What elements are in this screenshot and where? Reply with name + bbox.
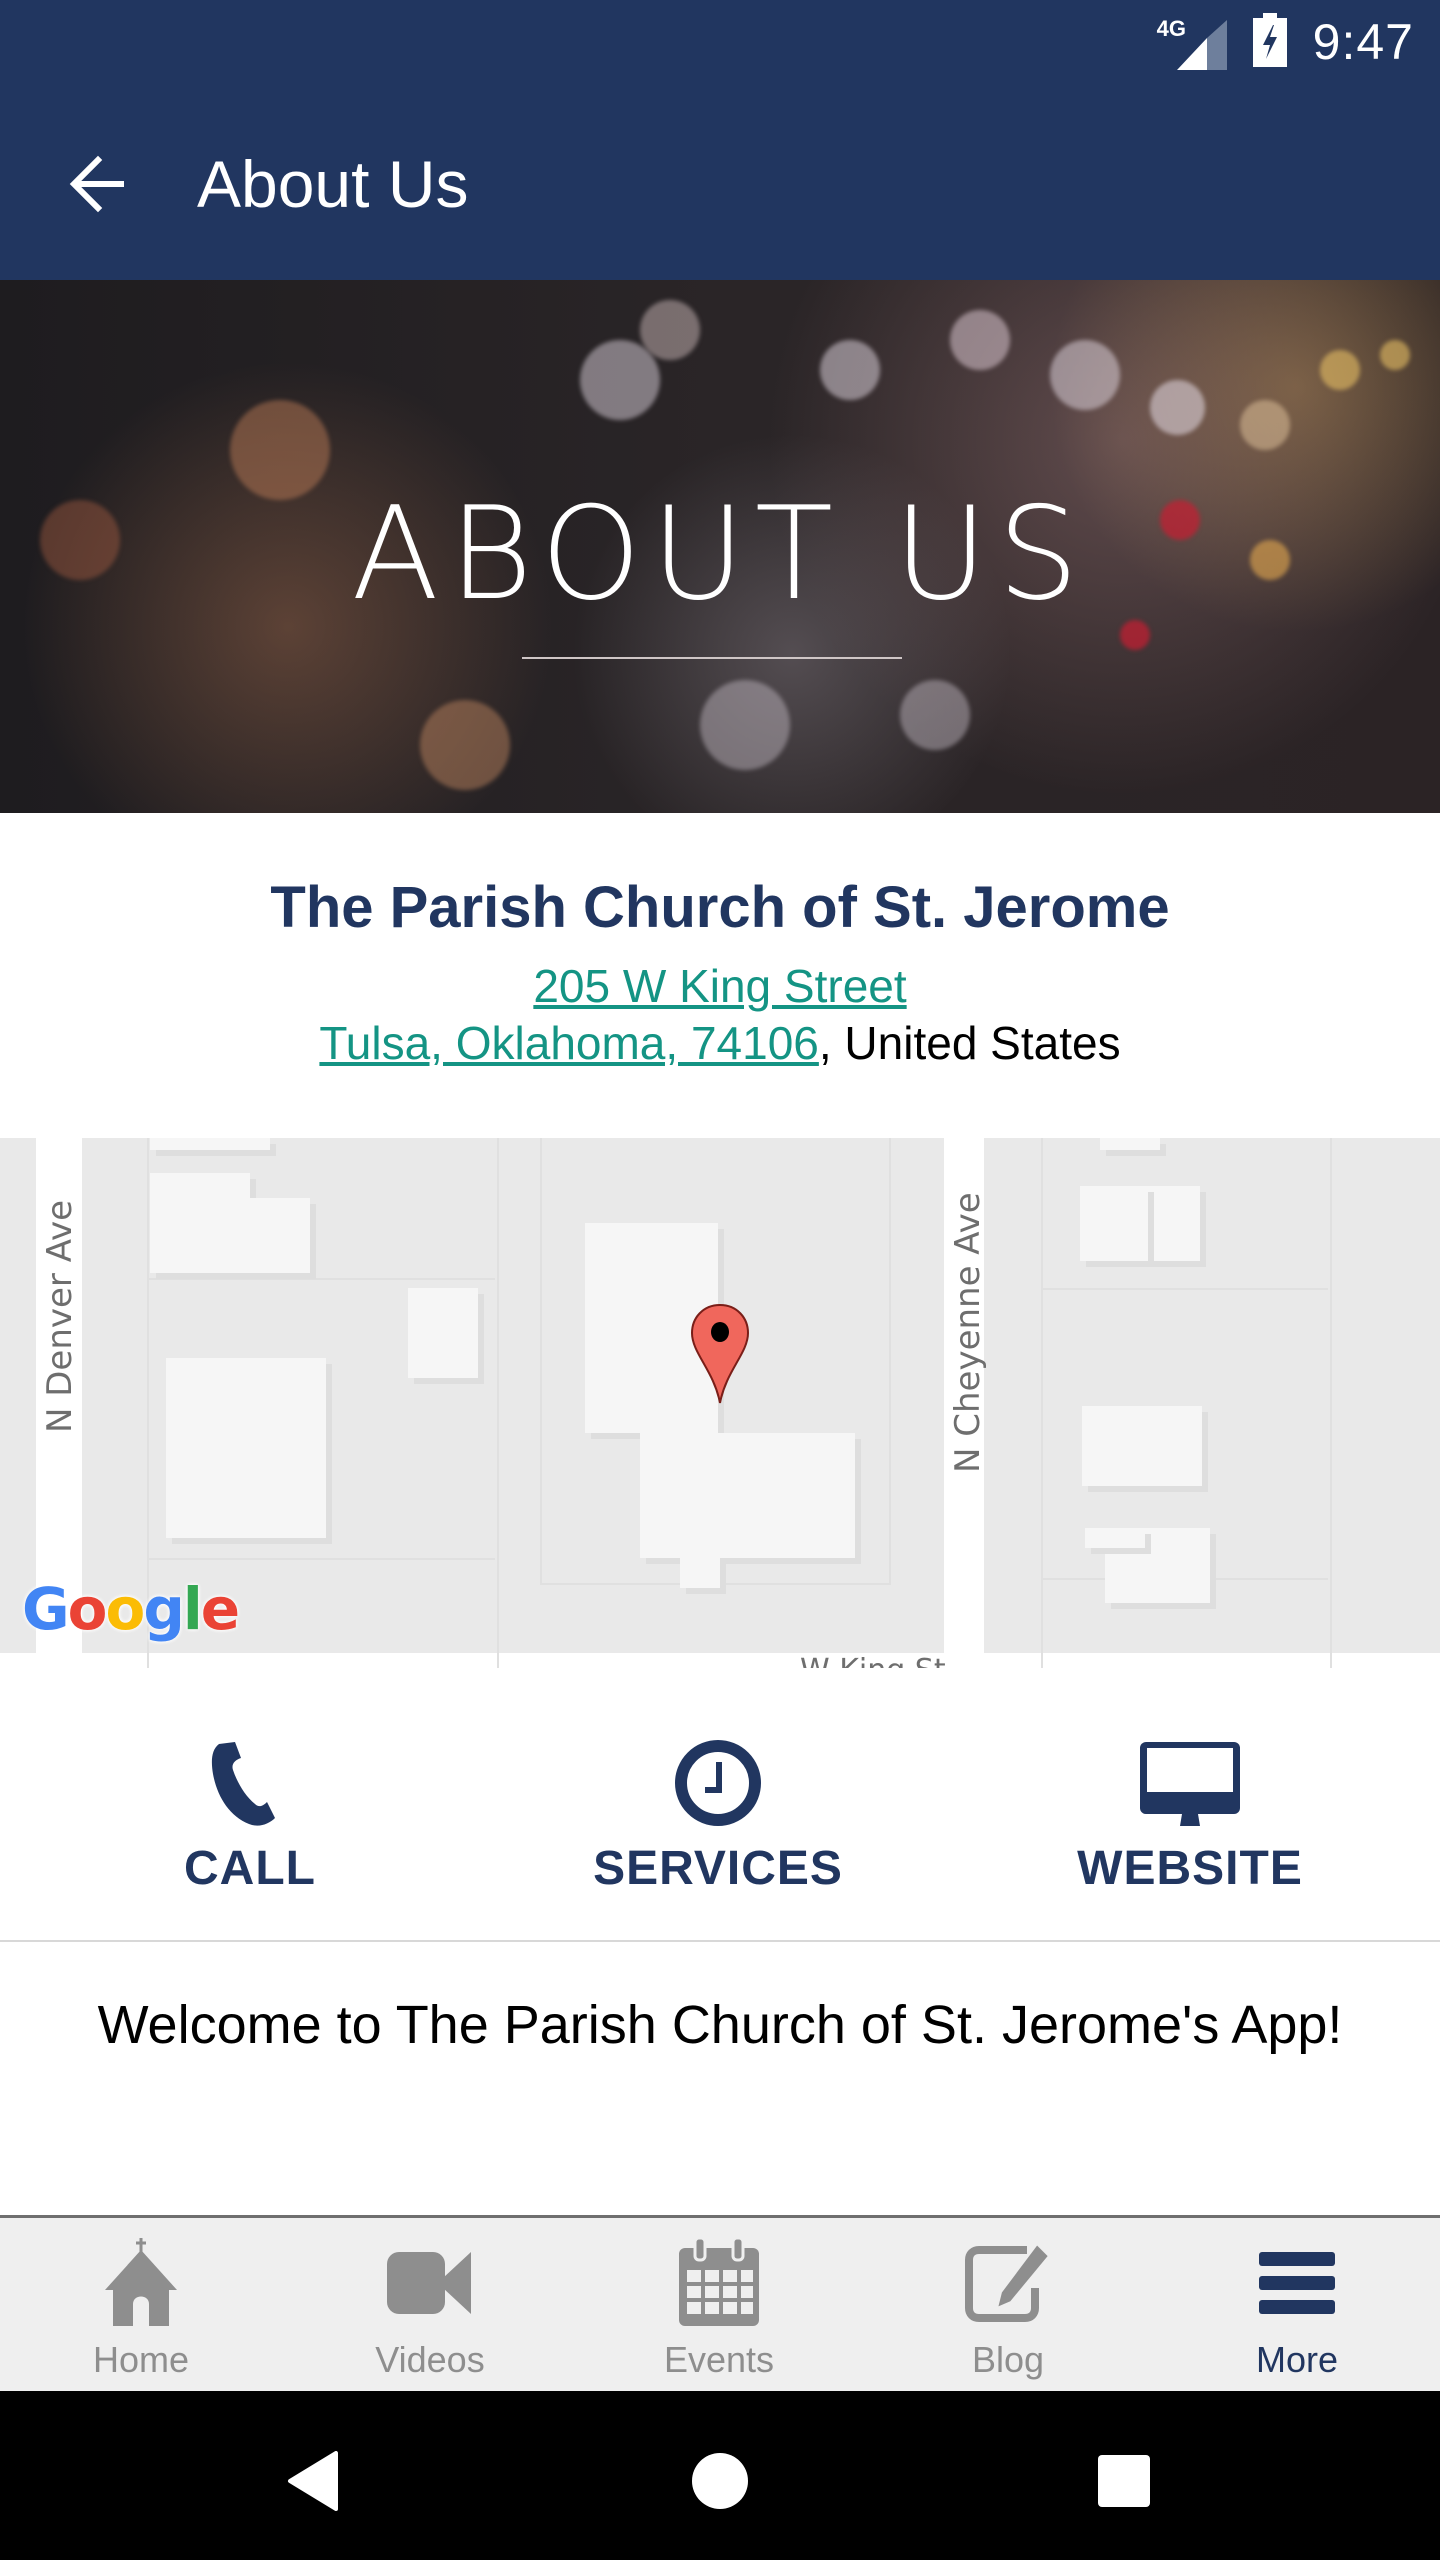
tab-blog-label: Blog [971,2339,1045,2380]
arrow-back-icon [69,155,124,213]
tab-videos-label: Videos [375,2339,485,2380]
services-label: SERVICES [593,1842,843,1895]
tab-videos[interactable]: Videos [320,2238,540,2381]
map-pin-icon[interactable] [689,1303,751,1405]
tab-more[interactable]: More [1187,2238,1407,2381]
back-button[interactable] [58,144,138,224]
banner-title: ABOUT US [351,480,1089,629]
church-info: The Parish Church of St. Jerome 205 W Ki… [0,813,1440,1138]
call-button[interactable]: CALL [100,1738,400,1896]
bottom-tab-bar: Home Videos Events Blog More [0,2215,1440,2394]
page-title: About Us [197,147,469,221]
nav-recents-icon [1098,2455,1150,2507]
services-button[interactable]: SERVICES [568,1738,868,1896]
website-button[interactable]: WEBSITE [1040,1738,1340,1896]
app-bar: About Us [0,84,1440,280]
call-label: CALL [184,1842,316,1895]
location-map[interactable]: N Denver Ave N Cheyenne Ave W King St Go… [0,1138,1440,1668]
cell-signal-icon: 4G [1157,12,1227,72]
nav-recents-button[interactable] [1084,2441,1164,2521]
church-icon [105,2238,177,2326]
tab-home-label: Home [92,2339,190,2380]
nav-home-icon [692,2453,748,2509]
phone-icon [211,1742,275,1826]
action-buttons: CALL SERVICES WEBSITE [0,1668,1440,1942]
calendar-icon [679,2236,759,2326]
street-label-cheyenne: N Cheyenne Ave [948,1192,988,1473]
clock-icon [675,1740,761,1826]
tab-blog[interactable]: Blog [898,2238,1118,2381]
tab-events[interactable]: Events [609,2236,829,2381]
nav-back-button[interactable] [276,2441,356,2521]
address-city-link[interactable]: Tulsa, Oklahoma, 74106 [319,1017,818,1069]
google-logo: Google [22,1575,240,1643]
tab-more-label: More [1255,2339,1339,2380]
system-navigation-bar [0,2391,1440,2560]
menu-icon [1259,2252,1335,2314]
church-name: The Parish Church of St. Jerome [270,875,1170,940]
address-street-link[interactable]: 205 W King Street [533,960,906,1012]
website-label: WEBSITE [1077,1842,1303,1895]
clock: 9:47 [1312,14,1414,70]
address-country: , United States [818,1017,1121,1069]
nav-back-icon [288,2451,338,2511]
battery-charging-icon [1252,12,1287,72]
status-bar: 4G 9:47 [0,0,1440,84]
street-label-denver: N Denver Ave [40,1199,80,1433]
edit-icon [965,2242,1051,2322]
video-camera-icon [387,2252,471,2314]
street-label-king: W King St [800,1653,946,1668]
banner-divider [522,657,902,659]
tab-home[interactable]: Home [31,2238,251,2381]
monitor-icon [1140,1742,1240,1826]
welcome-text: Welcome to The Parish Church of St. Jero… [97,1995,1343,2055]
tab-events-label: Events [663,2339,775,2380]
nav-home-button[interactable] [680,2441,760,2521]
about-us-banner: ABOUT US [0,280,1440,813]
